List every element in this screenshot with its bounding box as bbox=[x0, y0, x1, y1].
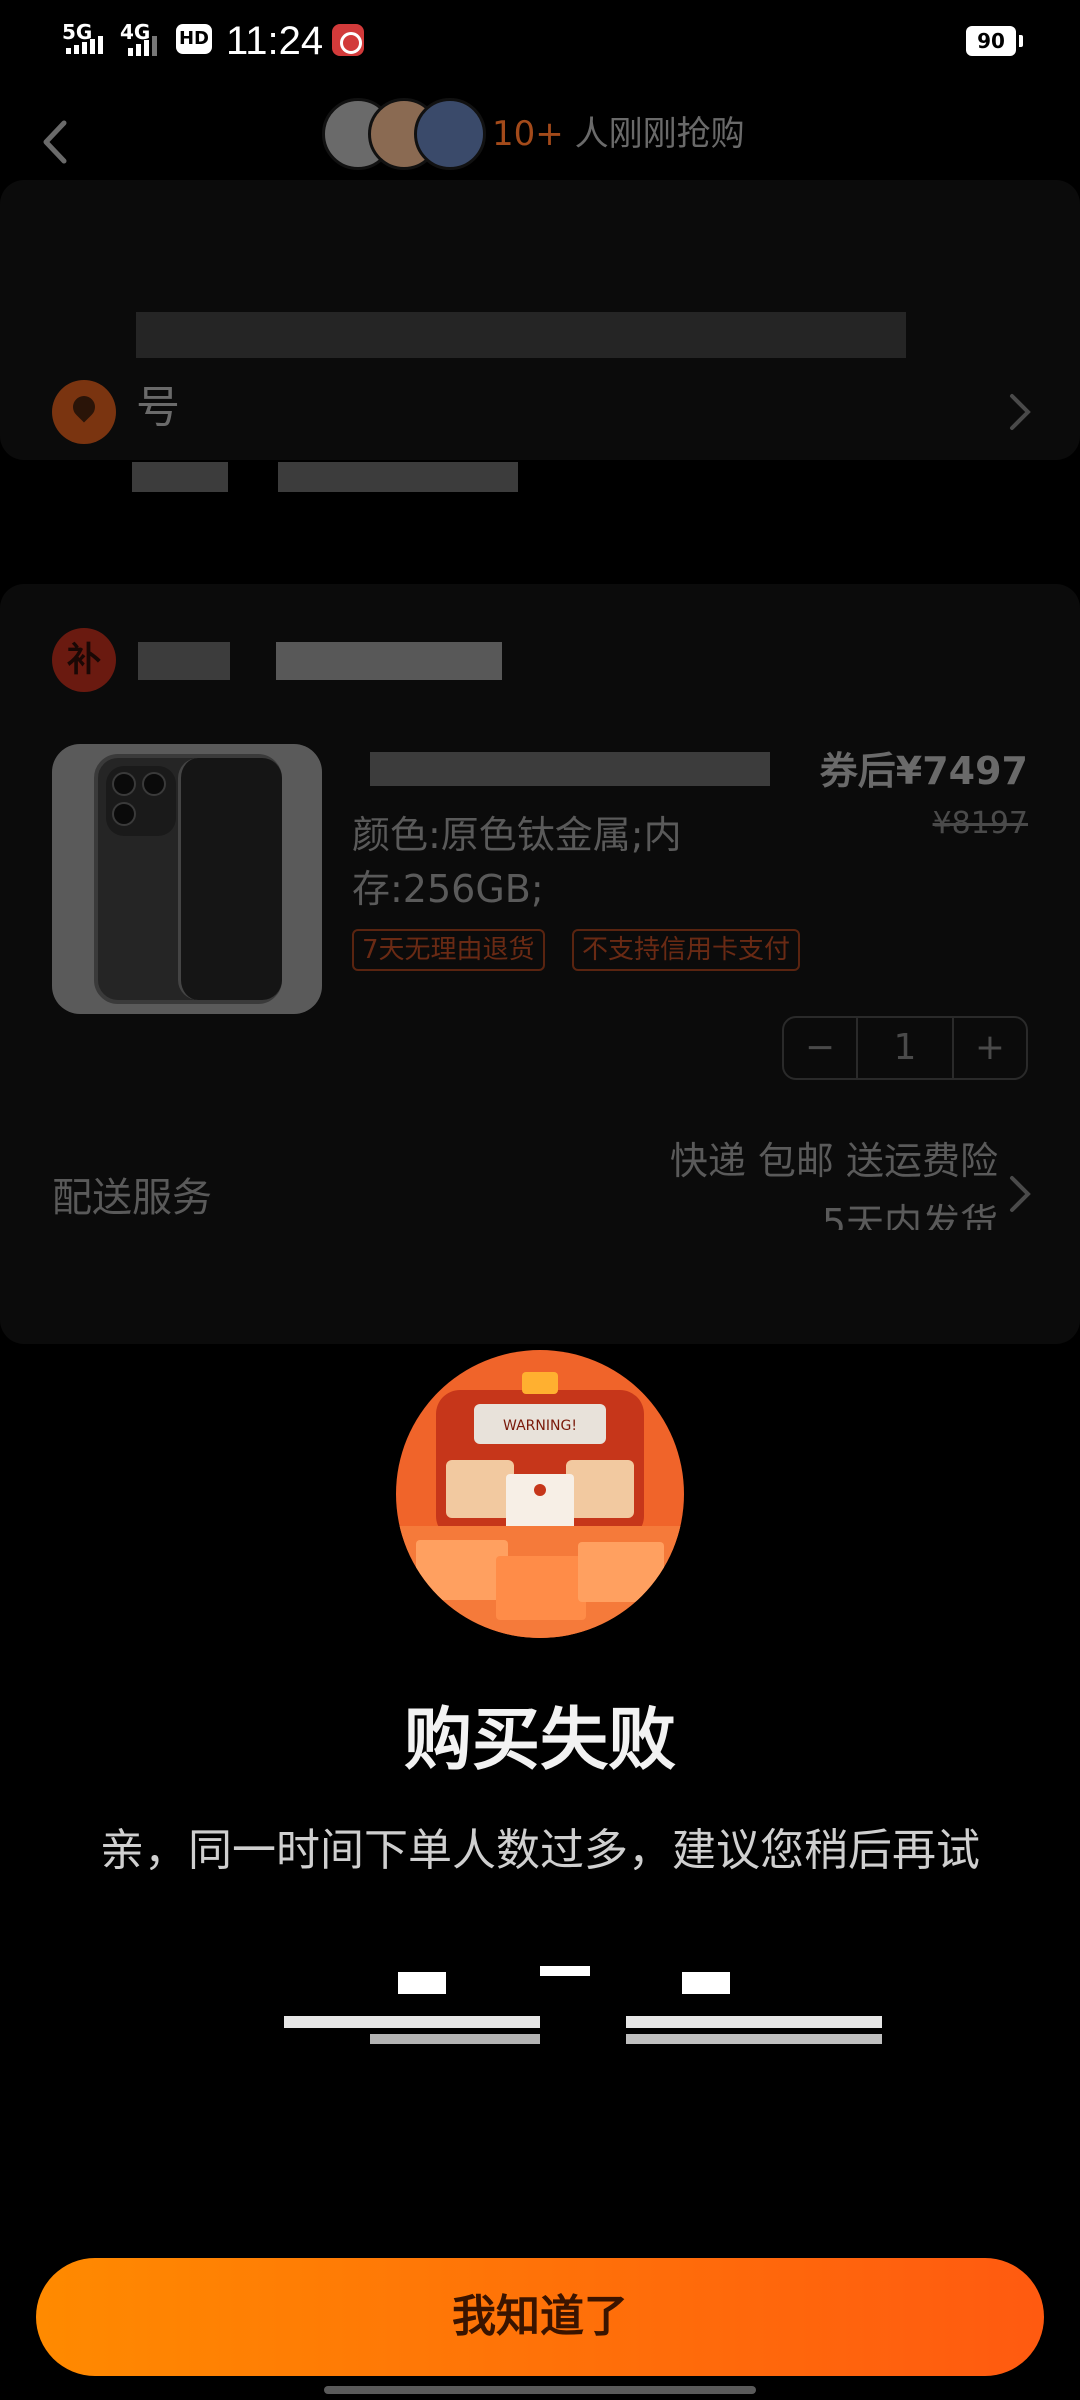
warning-sign-text: WARNING! bbox=[503, 1418, 577, 1434]
return-policy-tag: 7天无理由退货 bbox=[352, 929, 545, 971]
shipping-label: 配送服务 bbox=[52, 1175, 212, 1221]
shop-name-redacted bbox=[138, 642, 230, 680]
failure-message: 亲，同一时间下单人数过多，建议您稍后再试 bbox=[100, 1825, 980, 1876]
shipping-line-1: 快递 包邮 送运费险 bbox=[669, 1139, 998, 1183]
redacted-text bbox=[370, 2034, 540, 2044]
clock: 11:24 bbox=[226, 19, 324, 63]
signal-bars-icon bbox=[66, 36, 103, 54]
buyers-count: 10+ bbox=[492, 114, 564, 154]
no-credit-card-tag: 不支持信用卡支付 bbox=[572, 929, 801, 971]
redacted-text bbox=[682, 1972, 730, 1994]
product-spec: 颜色:原色钛金属;内存:256GB; bbox=[352, 813, 682, 911]
battery-icon: 90 bbox=[966, 26, 1023, 56]
buyer-avatars bbox=[322, 98, 492, 170]
location-pin-icon bbox=[52, 380, 116, 444]
chevron-right-icon bbox=[1010, 394, 1031, 430]
redacted-text bbox=[626, 2016, 882, 2028]
quantity-stepper: − 1 + bbox=[782, 1016, 1028, 1080]
buyers-label: 人刚刚抢购 bbox=[574, 114, 745, 154]
redacted-text bbox=[284, 2016, 540, 2028]
avatar bbox=[414, 98, 486, 170]
app-notification-icon bbox=[332, 24, 364, 56]
coupon-price: 券后¥7497 bbox=[819, 749, 1028, 793]
home-indicator[interactable] bbox=[324, 2386, 756, 2394]
shop-info-redacted bbox=[276, 642, 502, 680]
redacted-text bbox=[398, 1972, 446, 1994]
warning-illustration: WARNING! bbox=[396, 1350, 684, 1638]
shipping-info[interactable]: 快递 包邮 送运费险 5天内发货 bbox=[558, 1130, 998, 1230]
redacted-text bbox=[626, 2034, 882, 2044]
back-button[interactable] bbox=[38, 114, 78, 170]
status-bar: 5G 4G HD 11:24 90 bbox=[0, 0, 1080, 84]
original-price: ¥8197 bbox=[932, 806, 1028, 841]
hd-icon: HD bbox=[176, 24, 212, 54]
shop-badge-icon: 补 bbox=[52, 628, 116, 692]
recent-buyers-text: 10+ 人刚刚抢购 bbox=[492, 108, 745, 160]
address-redacted bbox=[136, 312, 906, 358]
chevron-right-icon bbox=[1010, 1176, 1031, 1212]
increase-button[interactable]: + bbox=[954, 1018, 1026, 1078]
signal-bars-icon bbox=[128, 36, 157, 56]
decrease-button[interactable]: − bbox=[784, 1018, 856, 1078]
failure-title: 购买失败 bbox=[403, 1701, 676, 1780]
quantity-value[interactable]: 1 bbox=[856, 1018, 954, 1078]
address-label: 号 bbox=[136, 382, 180, 433]
phone-redacted bbox=[278, 462, 518, 492]
acknowledge-button[interactable]: 我知道了 bbox=[36, 2258, 1044, 2376]
redacted-text bbox=[540, 1966, 590, 1976]
product-image bbox=[94, 754, 282, 1004]
shipping-line-2: 5天内发货 bbox=[821, 1201, 998, 1230]
recipient-redacted bbox=[132, 462, 228, 492]
chevron-left-icon bbox=[43, 120, 67, 164]
product-title-redacted bbox=[370, 752, 770, 786]
